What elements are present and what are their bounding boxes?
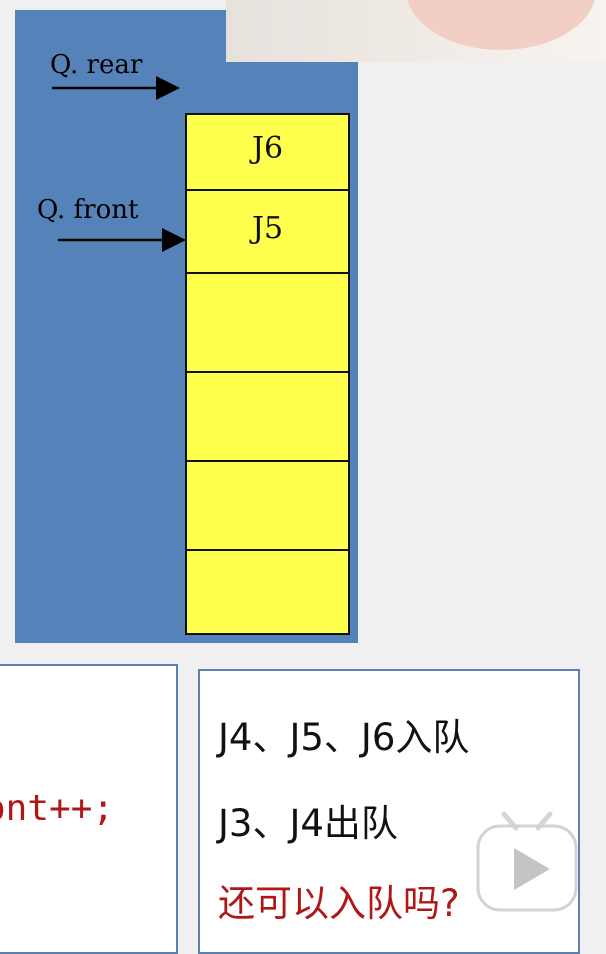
cell-divider: [187, 460, 348, 462]
queue-array: J6 J5: [185, 113, 350, 635]
front-arrow: [58, 228, 186, 252]
queue-cell-1: J5: [251, 211, 284, 246]
rear-arrow: [52, 76, 180, 100]
code-box: ont++;: [0, 664, 178, 954]
note-line-dequeue: J3、J4出队: [218, 802, 398, 845]
play-icon[interactable]: [472, 806, 582, 916]
note-line-question: 还可以入队吗?: [218, 882, 460, 925]
queue-cell-0: J6: [251, 131, 284, 166]
cell-divider: [187, 549, 348, 551]
cell-divider: [187, 371, 348, 373]
note-line-enqueue: J4、J5、J6入队: [218, 716, 470, 759]
cell-divider: [187, 272, 348, 274]
cell-divider: [187, 189, 348, 191]
code-text: ont++;: [0, 788, 115, 829]
